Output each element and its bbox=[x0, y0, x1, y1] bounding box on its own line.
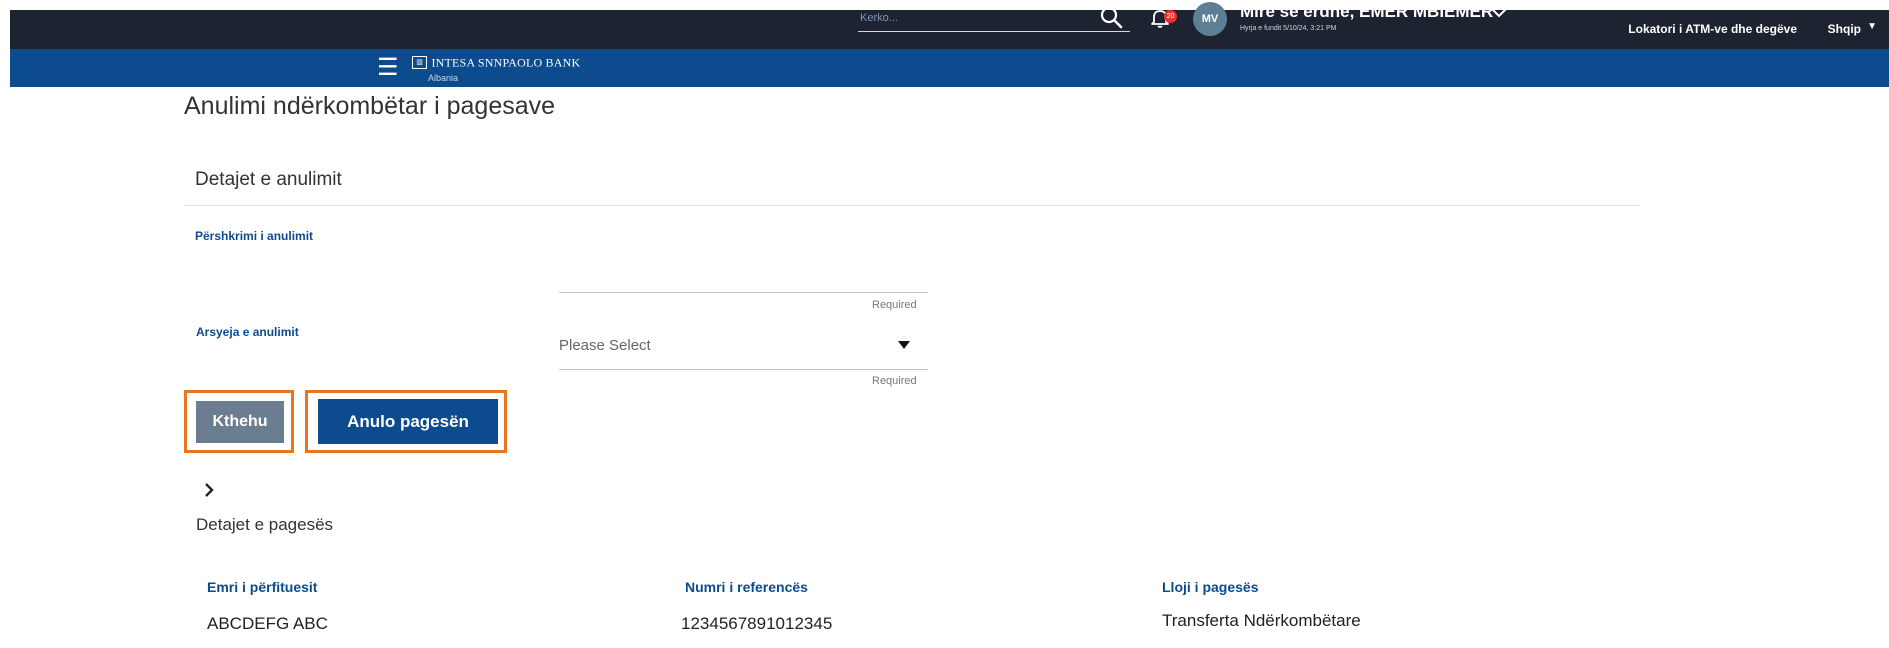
reason-select-underline bbox=[559, 369, 928, 370]
bank-logo[interactable]: ▥ INTESA SNNPAOLO BANK Albania bbox=[412, 54, 580, 83]
hamburger-icon[interactable]: ☰ bbox=[377, 56, 399, 80]
search-icon[interactable] bbox=[1098, 4, 1126, 32]
main-navbar: ☰ ▥ INTESA SNNPAOLO BANK Albania bbox=[10, 49, 1889, 87]
logo-subtitle: Albania bbox=[428, 73, 459, 83]
page-title: Anulimi ndërkombëtar i pagesave bbox=[184, 92, 556, 120]
description-field[interactable] bbox=[559, 292, 928, 293]
reason-required: Required bbox=[872, 375, 917, 387]
chevron-right-icon[interactable] bbox=[203, 482, 215, 498]
avatar[interactable]: MV bbox=[1193, 2, 1227, 36]
caret-down-icon[interactable] bbox=[897, 340, 911, 350]
description-required: Required bbox=[872, 299, 917, 311]
chevron-down-icon[interactable] bbox=[1490, 6, 1508, 20]
payment-type-value: Transferta Ndërkombëtare bbox=[1162, 611, 1361, 630]
last-login-text: Hyrja e fundit 5/10/24, 3:21 PM bbox=[1240, 25, 1337, 32]
logo-mark-icon: ▥ bbox=[412, 56, 427, 70]
payment-type-label: Lloji i pagesës bbox=[1162, 579, 1259, 595]
atm-locator-link[interactable]: Lokatori i ATM-ve dhe degëve bbox=[1628, 22, 1797, 36]
beneficiary-name-label: Emri i përfituesit bbox=[207, 579, 318, 595]
reference-number-label: Numri i referencës bbox=[685, 579, 808, 595]
reference-number-value: 1234567891012345 bbox=[681, 614, 833, 633]
welcome-text[interactable]: Mirë se erdhe, EMER MBIEMER bbox=[1240, 2, 1493, 22]
caret-down-icon[interactable]: ▼ bbox=[1867, 21, 1877, 32]
payment-details-title: Detajet e pagesës bbox=[196, 515, 334, 534]
language-selector[interactable]: Shqip bbox=[1828, 22, 1861, 36]
search-placeholder: Kerko... bbox=[860, 12, 898, 24]
back-button[interactable]: Kthehu bbox=[196, 401, 284, 443]
logo-name: INTESA SNNPAOLO BANK bbox=[431, 55, 581, 70]
search-input[interactable]: Kerko... bbox=[858, 5, 1130, 32]
notification-badge[interactable]: 20 bbox=[1164, 10, 1177, 23]
reason-select[interactable]: Please Select bbox=[559, 337, 651, 354]
description-label: Përshkrimi i anulimit bbox=[195, 229, 314, 243]
beneficiary-name-value: ABCDEFG ABC bbox=[207, 614, 328, 633]
reason-label: Arsyeja e anulimit bbox=[196, 325, 299, 339]
section-title: Detajet e anulimit bbox=[195, 169, 342, 190]
cancel-payment-button[interactable]: Anulo pagesën bbox=[318, 399, 498, 444]
section-divider bbox=[184, 205, 1640, 206]
